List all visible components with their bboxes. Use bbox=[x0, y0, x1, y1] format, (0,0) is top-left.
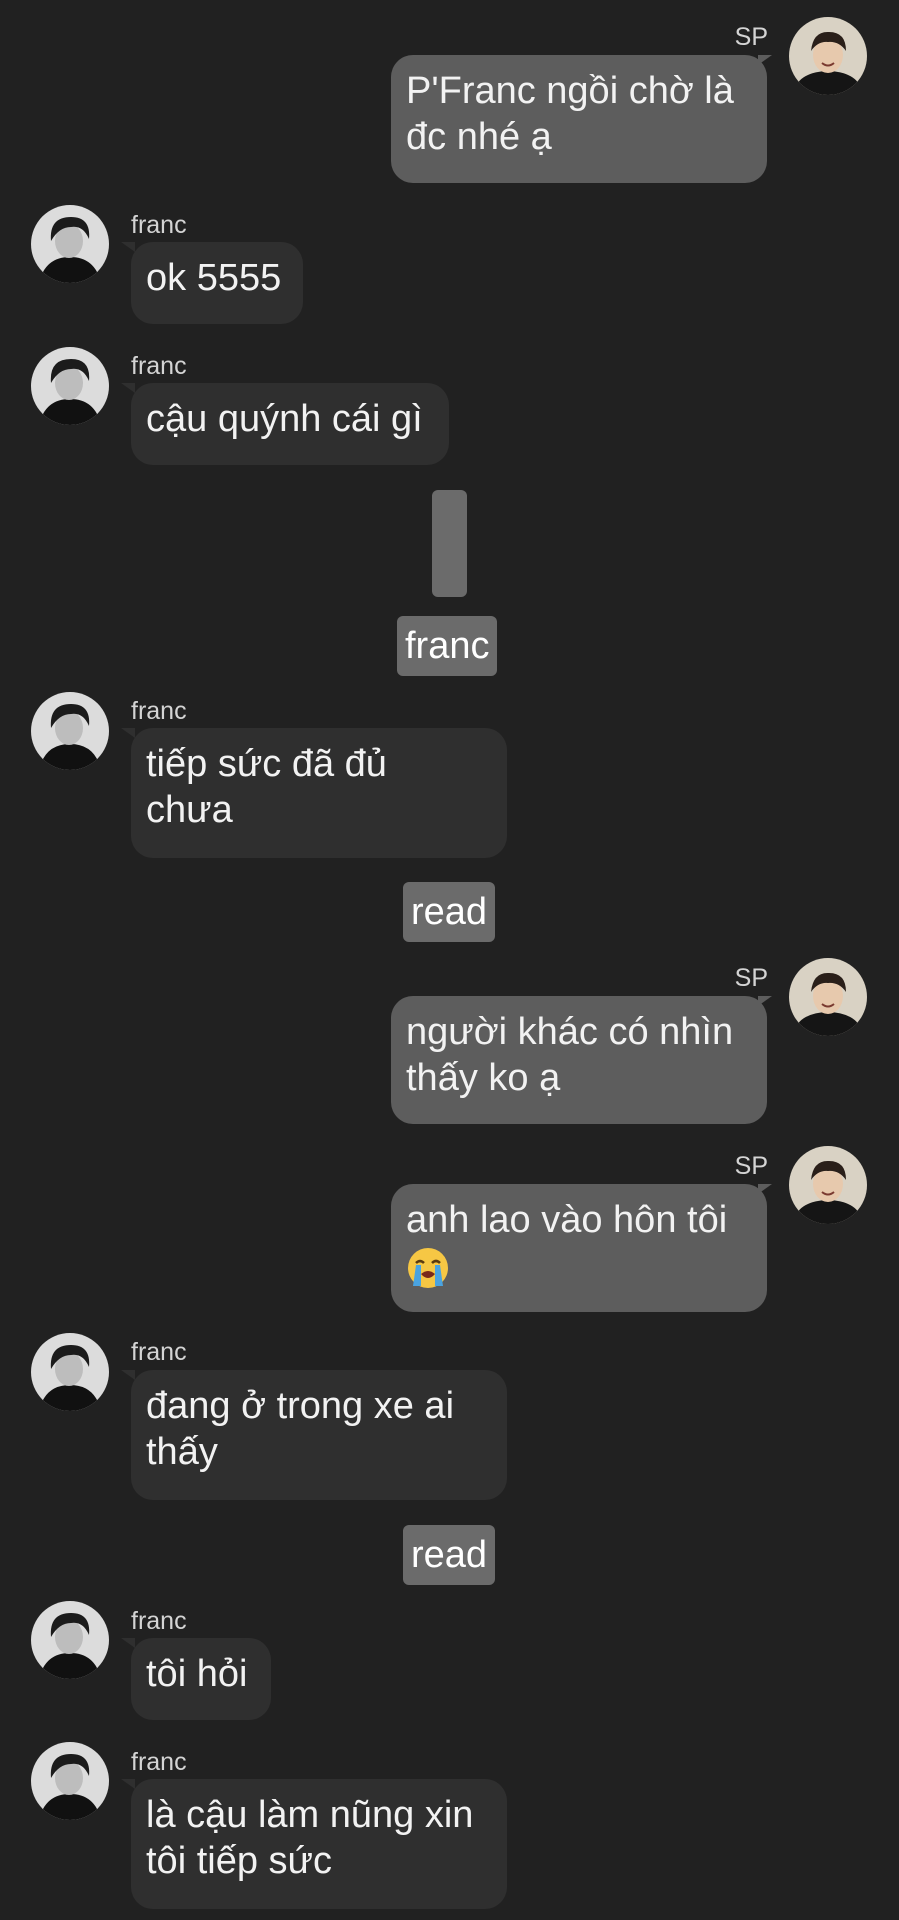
franc-avatar-photo-icon bbox=[31, 692, 109, 770]
message-emoji-line bbox=[406, 1243, 752, 1290]
sender-name: franc bbox=[131, 697, 187, 725]
franc-avatar-photo-icon bbox=[31, 1601, 109, 1679]
message-bubble-incoming[interactable]: cậu quýnh cái gì bbox=[131, 383, 449, 465]
message-bubble-outgoing[interactable]: anh lao vào hôn tôi bbox=[391, 1184, 767, 1312]
franc-avatar-photo-icon bbox=[31, 347, 109, 425]
message-bubble-outgoing[interactable]: P'Franc ngồi chờ là đc nhé ạ bbox=[391, 55, 767, 183]
message-text: tiếp sức đã đủ bbox=[146, 743, 387, 785]
franc-avatar[interactable] bbox=[31, 205, 109, 283]
sender-name: franc bbox=[131, 211, 187, 239]
message-text: cậu quýnh cái gì bbox=[146, 398, 423, 440]
message-text: là cậu làm nũng xin bbox=[146, 1794, 474, 1836]
message-text: chưa bbox=[146, 789, 233, 831]
bubble-tail bbox=[121, 1370, 135, 1380]
message-bubble-incoming[interactable]: là cậu làm nũng xin tôi tiếp sức bbox=[131, 1779, 507, 1909]
message-text: ok 5555 bbox=[146, 257, 282, 299]
sender-name: SP bbox=[734, 964, 768, 992]
franc-avatar-photo-icon bbox=[31, 1333, 109, 1411]
bubble-tail bbox=[121, 1779, 135, 1789]
sp-avatar-photo-icon bbox=[789, 17, 867, 95]
sp-avatar-photo-icon bbox=[789, 958, 867, 1036]
sp-avatar[interactable] bbox=[789, 17, 867, 95]
franc-avatar[interactable] bbox=[31, 347, 109, 425]
message-text: tôi hỏi bbox=[146, 1653, 248, 1695]
sp-avatar[interactable] bbox=[789, 958, 867, 1036]
message-text: thấy bbox=[146, 1431, 218, 1473]
bubble-tail bbox=[121, 383, 135, 393]
read-receipt: read bbox=[403, 882, 496, 942]
sender-name: franc bbox=[131, 1748, 187, 1776]
message-text: đc nhé ạ bbox=[406, 116, 552, 158]
message-text: thấy ko ạ bbox=[406, 1057, 561, 1099]
message-bubble-incoming[interactable]: ok 5555 bbox=[131, 242, 303, 324]
message-text: người khác có nhìn bbox=[406, 1011, 734, 1053]
message-text: tôi tiếp sức bbox=[146, 1840, 332, 1882]
message-bubble-outgoing[interactable]: người khác có nhìn thấy ko ạ bbox=[391, 996, 767, 1124]
sp-avatar-photo-icon bbox=[789, 1146, 867, 1224]
message-text: anh lao vào hôn tôi bbox=[406, 1199, 728, 1241]
bubble-tail bbox=[121, 728, 135, 738]
message-bubble-incoming[interactable]: tiếp sức đã đủ chưa bbox=[131, 728, 507, 858]
sender-name: franc bbox=[131, 1338, 187, 1366]
franc-avatar[interactable] bbox=[31, 1333, 109, 1411]
franc-avatar[interactable] bbox=[31, 1601, 109, 1679]
franc-avatar-photo-icon bbox=[31, 205, 109, 283]
sp-avatar[interactable] bbox=[789, 1146, 867, 1224]
sender-name: franc bbox=[131, 352, 187, 380]
message-bubble-incoming[interactable]: đang ở trong xe ai thấy bbox=[131, 1370, 507, 1500]
franc-avatar-photo-icon bbox=[31, 1742, 109, 1820]
bubble-tail bbox=[121, 242, 135, 252]
message-text: P'Franc ngồi chờ là bbox=[406, 70, 734, 112]
system-name-tag: franc bbox=[397, 616, 498, 676]
sender-name: SP bbox=[734, 1152, 768, 1180]
system-indicator-bar bbox=[432, 490, 467, 597]
franc-avatar[interactable] bbox=[31, 692, 109, 770]
message-text: đang ở trong xe ai bbox=[146, 1385, 455, 1427]
read-receipt: read bbox=[403, 1525, 496, 1585]
sender-name: SP bbox=[734, 23, 768, 51]
loudly-crying-face-icon bbox=[408, 1247, 448, 1288]
sender-name: franc bbox=[131, 1607, 187, 1635]
message-bubble-incoming[interactable]: tôi hỏi bbox=[131, 1638, 271, 1720]
bubble-tail bbox=[121, 1638, 135, 1648]
franc-avatar[interactable] bbox=[31, 1742, 109, 1820]
